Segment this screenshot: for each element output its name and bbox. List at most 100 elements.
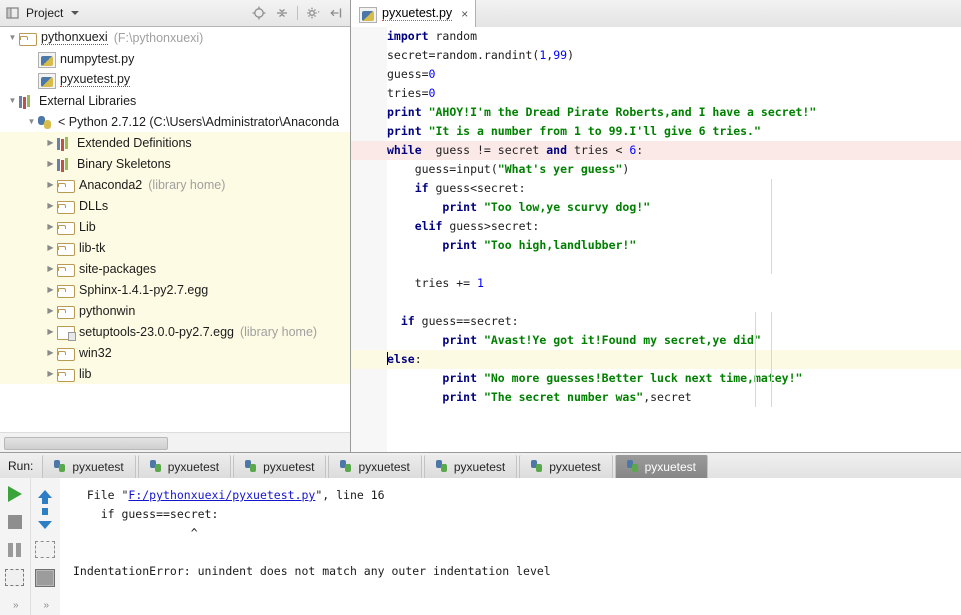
- pause-icon[interactable]: [4, 540, 26, 559]
- code-token-str: "Avast!Ye got it!Found my secret,ye did": [483, 333, 761, 347]
- tree-item[interactable]: ▶ Sphinx-1.4.1-py2.7.egg: [0, 279, 350, 300]
- code-token-kw: print: [442, 371, 478, 385]
- run-tab[interactable]: pyxuetest: [137, 455, 232, 478]
- collapse-all-icon[interactable]: [274, 5, 290, 21]
- run-tab[interactable]: pyxuetest: [614, 455, 708, 478]
- code-line[interactable]: if guess<secret:: [351, 179, 961, 198]
- code-line[interactable]: print "Too low,ye scurvy dog!": [351, 198, 961, 217]
- chevron-down-icon[interactable]: [71, 11, 80, 15]
- code-line[interactable]: print "Too high,landlubber!": [351, 236, 961, 255]
- chevron-right-icon[interactable]: ▶: [44, 201, 57, 210]
- chevron-right-icon[interactable]: ▶: [44, 348, 57, 357]
- code-editor-area[interactable]: import random secret=random.randint(1,99)…: [351, 27, 961, 452]
- code-line[interactable]: tries += 1: [351, 274, 961, 293]
- run-tab[interactable]: pyxuetest: [519, 455, 613, 478]
- tree-item[interactable]: ▶ Extended Definitions: [0, 132, 350, 153]
- stop-icon[interactable]: [4, 512, 26, 531]
- tree-item[interactable]: ▼ External Libraries: [0, 90, 350, 111]
- tree-item[interactable]: ▶ setuptools-23.0.0-py2.7.egg (library hom…: [0, 321, 350, 342]
- soft-wrap-icon[interactable]: [34, 540, 56, 559]
- run-tab-label: pyxuetest: [167, 459, 220, 474]
- chevron-right-icon[interactable]: ▶: [44, 243, 57, 252]
- code-line[interactable]: print "Avast!Ye got it!Found my secret,y…: [351, 331, 961, 350]
- tree-item[interactable]: ▼ pythonxuexi (F:\pythonxuexi): [0, 27, 350, 48]
- tree-item[interactable]: ▶ lib-tk: [0, 237, 350, 258]
- run-tabs[interactable]: pyxuetest pyxuetest pyxuetest pyxuetest pyxu…: [41, 453, 709, 478]
- tree-item[interactable]: ▶ lib: [0, 363, 350, 384]
- code-line[interactable]: if guess==secret:: [351, 312, 961, 331]
- code-token-pln: :: [636, 143, 644, 157]
- code-line[interactable]: secret=random.randint(1,99): [351, 46, 961, 65]
- locate-icon[interactable]: [251, 5, 267, 21]
- console-output[interactable]: File "F:/pythonxuexi/pyxuetest.py", line…: [60, 478, 961, 615]
- code-line[interactable]: tries=0: [351, 84, 961, 103]
- run-tab[interactable]: pyxuetest: [328, 455, 422, 478]
- tree-item[interactable]: ▶ Anaconda2 (library home): [0, 174, 350, 195]
- tree-item[interactable]: pyxuetest.py: [0, 69, 350, 90]
- code-token-pln: tries +=: [387, 276, 478, 290]
- books-icon: [57, 158, 73, 171]
- code-line[interactable]: [351, 255, 961, 274]
- chevron-right-icon[interactable]: ▶: [44, 327, 57, 336]
- code-line[interactable]: elif guess>secret:: [351, 217, 961, 236]
- run-tab[interactable]: pyxuetest: [42, 455, 136, 478]
- settings-gear-icon[interactable]: [305, 5, 321, 21]
- run-tab[interactable]: pyxuetest: [423, 455, 518, 478]
- chevron-right-icon[interactable]: ▶: [44, 138, 57, 147]
- code-token-pln: guess>secret:: [442, 219, 540, 233]
- code-content[interactable]: import random secret=random.randint(1,99)…: [351, 27, 961, 452]
- tree-item[interactable]: ▶ site-packages: [0, 258, 350, 279]
- run-tab[interactable]: pyxuetest: [233, 455, 327, 478]
- chevron-right-icon[interactable]: ▶: [44, 306, 57, 315]
- code-token-pln: guess=input(: [387, 162, 498, 176]
- editor-tab-pyxuetest[interactable]: pyxuetest.py ×: [351, 0, 477, 27]
- code-token-str: "What's yer guess": [497, 162, 623, 176]
- code-line[interactable]: guess=0: [351, 65, 961, 84]
- run-icon[interactable]: [4, 484, 26, 503]
- tree-item-label: Extended Definitions: [77, 135, 192, 150]
- scroll-down-icon[interactable]: [34, 512, 56, 531]
- code-line[interactable]: print "No more guesses!Better luck next …: [351, 369, 961, 388]
- code-line[interactable]: else:: [351, 350, 961, 369]
- console-icon[interactable]: [4, 568, 26, 587]
- chevron-down-icon[interactable]: ▼: [6, 96, 19, 105]
- code-token-kw: if: [414, 181, 429, 195]
- tree-item[interactable]: ▶ Lib: [0, 216, 350, 237]
- code-line[interactable]: import random: [351, 27, 961, 46]
- expand-right-icon[interactable]: »: [34, 596, 56, 615]
- tree-item[interactable]: ▶ Binary Skeletons: [0, 153, 350, 174]
- code-line[interactable]: while guess != secret and tries < 6:: [351, 141, 961, 160]
- hide-panel-icon[interactable]: [328, 5, 344, 21]
- code-line[interactable]: guess=input("What's yer guess"): [351, 160, 961, 179]
- tree-item[interactable]: ▶ win32: [0, 342, 350, 363]
- chevron-right-icon[interactable]: ▶: [44, 159, 57, 168]
- scrollbar-thumb[interactable]: [4, 437, 168, 450]
- tree-item[interactable]: ▶ pythonwin: [0, 300, 350, 321]
- project-tree[interactable]: ▼ pythonxuexi (F:\pythonxuexi) numpytest.py…: [0, 27, 350, 433]
- tree-item[interactable]: ▼ < Python 2.7.12 (C:\Users\Administrator…: [0, 111, 350, 132]
- chevron-right-icon[interactable]: ▶: [44, 222, 57, 231]
- tree-item[interactable]: numpytest.py: [0, 48, 350, 69]
- code-line[interactable]: print "The secret number was",secret: [351, 388, 961, 407]
- project-horizontal-scrollbar[interactable]: [0, 432, 350, 452]
- tree-item-label: site-packages: [79, 261, 157, 276]
- chevron-right-icon[interactable]: ▶: [44, 369, 57, 378]
- code-line[interactable]: print "AHOY!I'm the Dread Pirate Roberts…: [351, 103, 961, 122]
- project-panel-header: Project: [0, 0, 350, 27]
- chevron-right-icon[interactable]: ▶: [44, 285, 57, 294]
- chevron-right-icon[interactable]: ▶: [44, 180, 57, 189]
- chevron-down-icon[interactable]: ▼: [25, 117, 38, 126]
- tree-item[interactable]: ▶ DLLs: [0, 195, 350, 216]
- code-line[interactable]: print "It is a number from 1 to 99.I'll …: [351, 122, 961, 141]
- tree-item-sublabel: (library home): [239, 324, 318, 339]
- code-line[interactable]: [351, 293, 961, 312]
- close-icon[interactable]: ×: [461, 7, 468, 21]
- chevron-down-icon[interactable]: ▼: [6, 33, 19, 42]
- print-icon[interactable]: [34, 568, 56, 587]
- folder-icon: [57, 242, 75, 256]
- code-token-pln: tries=: [387, 86, 429, 100]
- expand-left-icon[interactable]: »: [4, 596, 26, 615]
- chevron-right-icon[interactable]: ▶: [44, 264, 57, 273]
- scroll-up-icon[interactable]: [34, 484, 56, 503]
- console-file-link[interactable]: F:/pythonxuexi/pyxuetest.py: [128, 488, 315, 502]
